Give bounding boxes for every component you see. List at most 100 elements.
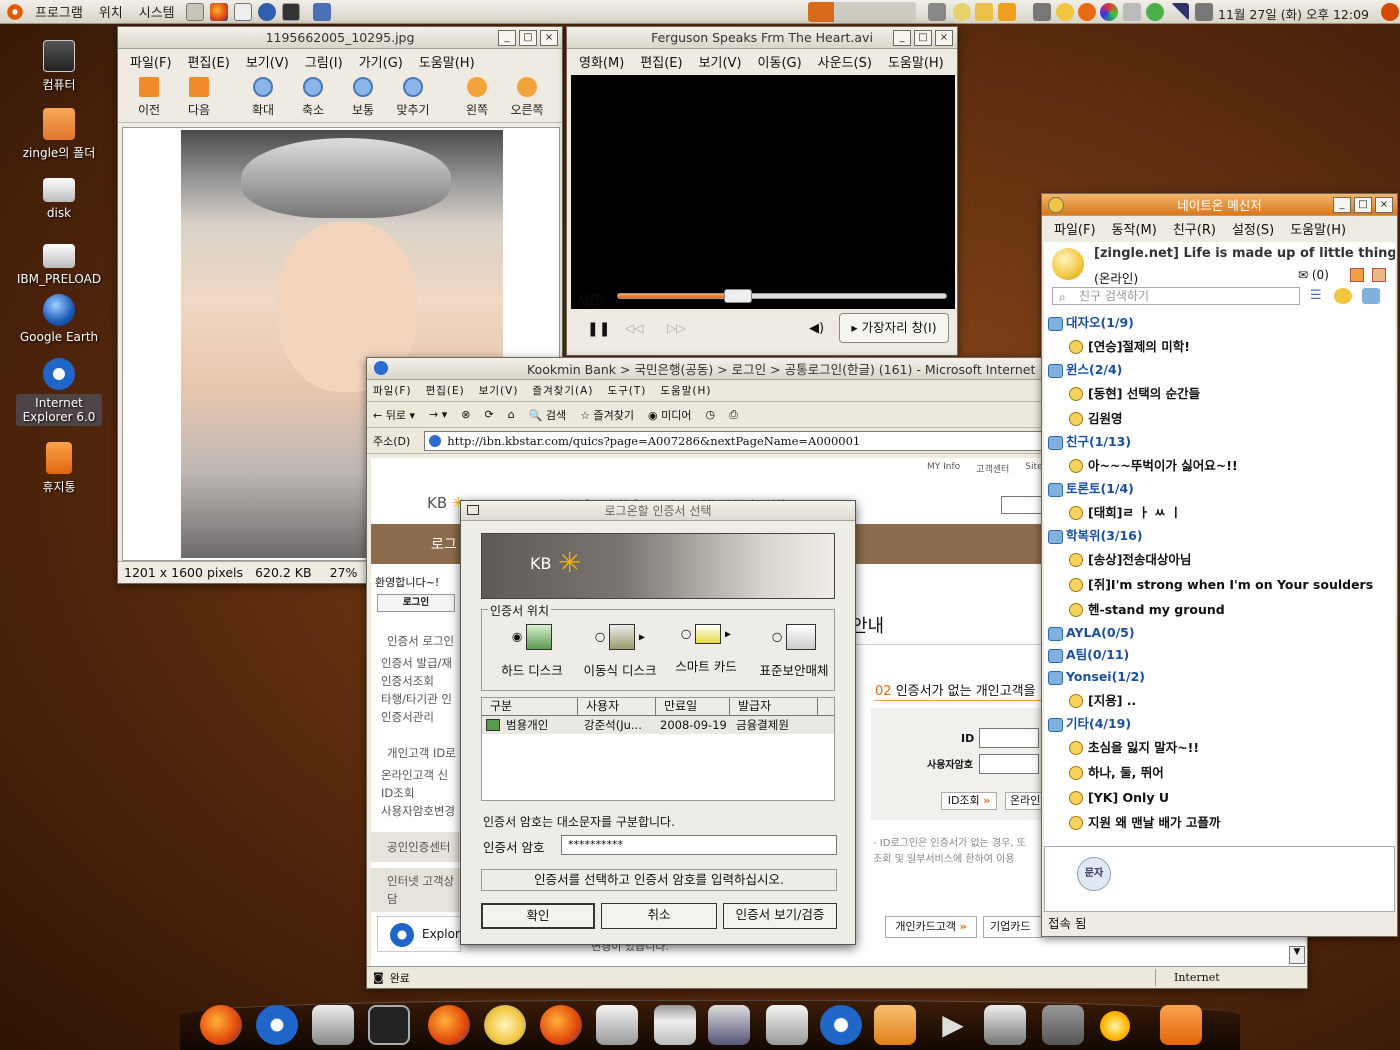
- tray-pen-icon[interactable]: [975, 2, 993, 21]
- buddy-group[interactable]: AYLA(0/5): [1044, 622, 1395, 644]
- pause-icon[interactable]: ❚❚: [587, 321, 610, 337]
- menu-file[interactable]: 파일(F): [122, 52, 180, 71]
- location-security-token[interactable]: ○ 표준보안매체: [752, 624, 836, 679]
- personal-card-button[interactable]: 개인카드고객 »: [885, 916, 977, 938]
- tray-nateon-icon[interactable]: [1056, 2, 1074, 21]
- dock-folder-icon[interactable]: [874, 1005, 916, 1045]
- dialog-menu-icon[interactable]: [467, 505, 479, 515]
- list-view-icon[interactable]: ☰: [1310, 288, 1322, 303]
- dock-nateon-icon[interactable]: [484, 1005, 526, 1045]
- tray-color-icon[interactable]: [1100, 2, 1118, 21]
- online-signup-button[interactable]: 온라인: [1005, 792, 1045, 810]
- link-myinfo[interactable]: MY Info: [927, 462, 960, 475]
- prev-button[interactable]: 이전: [124, 77, 174, 118]
- stop-icon[interactable]: ⊗: [461, 408, 470, 421]
- workspace-switcher[interactable]: [808, 1, 916, 22]
- video-area[interactable]: [571, 75, 955, 309]
- buddy-group[interactable]: 친구(1/13): [1044, 431, 1395, 453]
- dock-firefox2-icon[interactable]: [428, 1005, 470, 1045]
- table-row[interactable]: 범용개인 강준석(Ju... 2008-09-19 금융결제원: [482, 716, 834, 734]
- zoom-in-button[interactable]: 확대: [238, 77, 288, 118]
- side-item-cert-center[interactable]: 공인인증센터: [371, 832, 463, 862]
- menu-tools[interactable]: 도구(T): [607, 383, 646, 398]
- view-cert-button[interactable]: 인증서 보기/검증: [723, 903, 837, 929]
- desktop-icon-trash[interactable]: 휴지통: [14, 442, 104, 495]
- dock-firefox3-icon[interactable]: [540, 1005, 582, 1045]
- minimize-button[interactable]: _: [498, 30, 516, 46]
- menu-file[interactable]: 파일(F): [1046, 219, 1104, 238]
- titlebar[interactable]: 1195662005_10295.jpg _ □ ×: [118, 27, 562, 49]
- dock-ie-icon[interactable]: [256, 1005, 298, 1045]
- mail-count[interactable]: ✉ (0): [1298, 268, 1329, 282]
- sidebar-toggle-button[interactable]: ▸ 가장자리 창(I): [839, 313, 949, 343]
- desktop-icon-internet-explorer[interactable]: Internet Explorer 6.0: [14, 358, 104, 426]
- buddy-group[interactable]: 토론토(1/4): [1044, 478, 1395, 500]
- menu-edit[interactable]: 편집(E): [426, 383, 465, 398]
- buddy-item[interactable]: [동현] 선택의 순간들: [1044, 381, 1395, 406]
- minihompy-icon[interactable]: [1372, 268, 1386, 282]
- launcher-icon[interactable]: [185, 2, 204, 21]
- menu-help[interactable]: 도움말(H): [1282, 219, 1354, 238]
- cert-password-input[interactable]: **********: [561, 835, 837, 855]
- business-card-button[interactable]: 기업카드: [983, 916, 1043, 938]
- online-status[interactable]: (온라인): [1094, 268, 1138, 287]
- desktop-icon-home-folder[interactable]: zingle의 폴더: [14, 108, 104, 161]
- dock-trash-icon[interactable]: [1160, 1005, 1202, 1045]
- dock-terminal-icon[interactable]: [368, 1005, 410, 1045]
- home-icon[interactable]: ⌂: [508, 408, 515, 421]
- dock-firefox-icon[interactable]: [200, 1005, 242, 1045]
- desktop-icon-computer[interactable]: 컴퓨터: [14, 40, 104, 93]
- dock-play-icon[interactable]: ▶: [932, 1005, 974, 1045]
- menu-places[interactable]: 위치: [91, 0, 131, 24]
- seek-bar[interactable]: [617, 289, 947, 303]
- dock-weather-icon[interactable]: [1100, 1011, 1130, 1041]
- tray-lock-icon[interactable]: [1033, 2, 1051, 21]
- maximize-button[interactable]: □: [914, 30, 932, 46]
- menu-movie[interactable]: 영화(M): [571, 52, 632, 71]
- menu-view[interactable]: 보기(V): [691, 52, 750, 71]
- dock-calendar-icon[interactable]: [984, 1005, 1026, 1045]
- dock-speaker-icon[interactable]: [312, 1005, 354, 1045]
- link-customer-center[interactable]: 고객센터: [976, 462, 1009, 475]
- minimize-button[interactable]: _: [1333, 197, 1351, 213]
- menu-friends[interactable]: 친구(R): [1165, 219, 1224, 238]
- maximize-button[interactable]: □: [519, 30, 537, 46]
- terminal-icon[interactable]: [281, 2, 300, 21]
- save-icon[interactable]: [312, 2, 331, 21]
- password-input[interactable]: [979, 754, 1039, 774]
- avatar[interactable]: [1052, 248, 1084, 280]
- mail-icon[interactable]: [233, 2, 252, 21]
- buddy-item[interactable]: [태희]ㄹ ㅏ ㅆ ㅣ: [1044, 500, 1395, 525]
- help-icon[interactable]: [257, 2, 276, 21]
- menu-view[interactable]: 보기(V): [238, 52, 297, 71]
- menu-settings[interactable]: 설정(S): [1224, 219, 1282, 238]
- print-icon[interactable]: ⎙: [729, 408, 738, 422]
- tray-printer-icon[interactable]: [1123, 2, 1141, 21]
- menu-system[interactable]: 시스템: [131, 0, 183, 24]
- side-item-id-lookup[interactable]: ID조회: [371, 784, 463, 802]
- add-buddy-icon[interactable]: [1334, 288, 1352, 304]
- side-item-online-signup[interactable]: 온라인고객 신: [371, 766, 463, 784]
- sms-icon[interactable]: 문자: [1077, 857, 1111, 891]
- menu-go[interactable]: 가기(G): [351, 52, 411, 71]
- buddy-group[interactable]: Yonsei(1/2): [1044, 666, 1395, 688]
- buddy-item[interactable]: 하나, 둘, 뛰어: [1044, 760, 1395, 785]
- location-smartcard[interactable]: ○ ▸ 스마트 카드: [664, 624, 748, 675]
- refresh-icon[interactable]: ⟳: [484, 408, 493, 421]
- normal-size-button[interactable]: 보통: [338, 77, 388, 118]
- side-item-pw-change[interactable]: 사용자암호변경: [371, 802, 463, 820]
- buddy-item[interactable]: 지원 왜 맨날 배가 고플까: [1044, 810, 1395, 835]
- seek-handle[interactable]: [723, 289, 752, 303]
- buddy-item[interactable]: [쥐]I'm strong when I'm on Your soulders: [1044, 572, 1395, 597]
- buddy-group[interactable]: 윈스(2/4): [1044, 359, 1395, 381]
- forward-button[interactable]: → ▾: [429, 408, 447, 421]
- home-icon[interactable]: [1350, 268, 1364, 282]
- monitor-icon[interactable]: [928, 2, 946, 21]
- titlebar[interactable]: 네이트온 메신저 _ □ ×: [1042, 194, 1397, 216]
- menu-help[interactable]: 도움말(H): [660, 383, 711, 398]
- tray-orange-icon[interactable]: [1078, 2, 1096, 21]
- firefox-icon[interactable]: [209, 2, 228, 21]
- scroll-down-button[interactable]: ▼: [1289, 946, 1305, 964]
- desktop-icon-ibm-preload[interactable]: IBM_PRELOAD: [14, 240, 104, 286]
- buddy-group[interactable]: 대자오(1/9): [1044, 312, 1395, 334]
